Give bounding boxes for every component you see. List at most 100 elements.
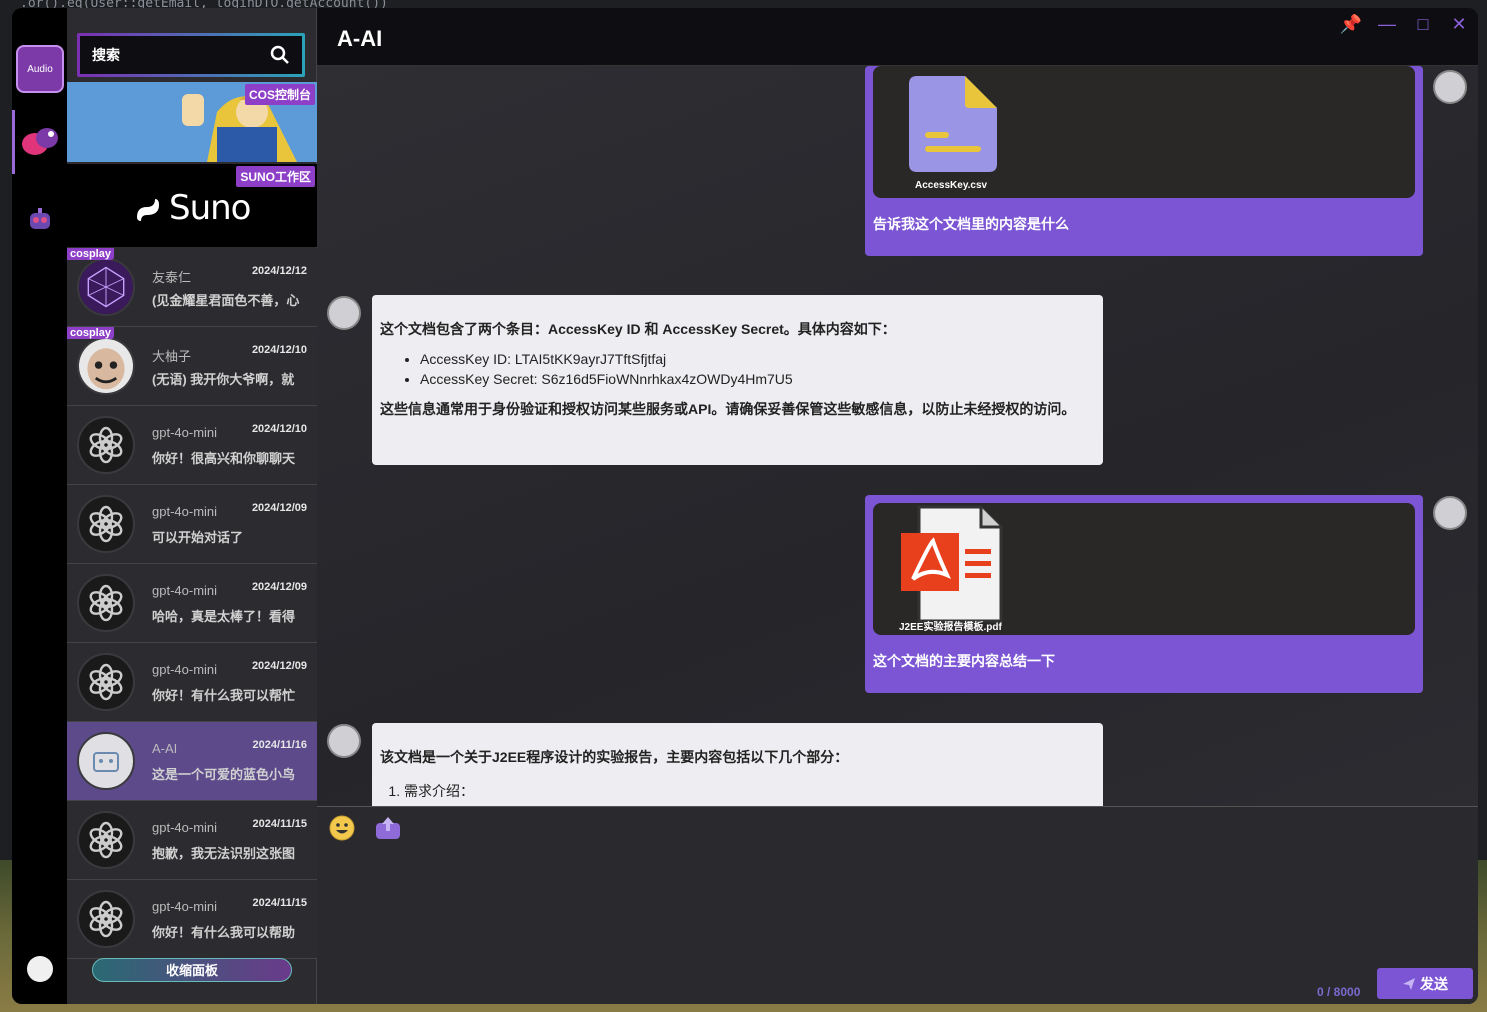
chat-avatar [77,337,135,395]
chat-preview: 你好！很高兴和你聊聊天 [152,451,296,466]
chat-nav-button[interactable] [16,118,64,166]
emoji-icon[interactable] [329,815,355,841]
ai-list-item: 需求介绍： [404,781,1095,801]
openai-icon [89,663,123,701]
robot-avatar-icon [93,752,119,772]
file-name: J2EE实验报告模板.pdf [899,622,1002,633]
openai-icon [89,426,123,464]
chat-item[interactable]: gpt-4o-mini 2024/11/15 抱歉，我无法识别这张图 [67,801,317,880]
cos-console-banner[interactable]: COS控制台 [67,82,317,162]
ai-avatar-icon [327,724,361,758]
chat-preview: (见金耀星君面色不善，心 [152,293,300,308]
user-avatar[interactable] [27,956,53,982]
active-indicator [12,110,15,174]
chat-item[interactable]: gpt-4o-mini 2024/12/09 你好！有什么我可以帮忙 [67,643,317,722]
ai-message-list: AccessKey ID: LTAI5tKK9ayrJ7TftSfjtfaj A… [420,349,1095,389]
chat-preview: 你好！有什么我可以帮忙 [152,688,296,703]
pdf-icon [901,505,1003,623]
user-message-text: 这个文档的主要内容总结一下 [873,653,1055,669]
chat-avatar [77,811,135,869]
chat-item[interactable]: gpt-4o-mini 2024/11/15 你好！有什么我可以帮助 [67,880,317,959]
robot-icon [30,208,50,229]
search-box [77,33,305,77]
chat-avatar [77,416,135,474]
chat-date: 2024/12/09 [251,581,307,593]
chat-date: 2024/11/15 [252,897,307,909]
collapse-panel-button[interactable]: 收缩面板 [92,958,292,982]
ai-message-list: 需求介绍： [404,781,1095,801]
chat-date: 2024/12/10 [251,344,307,356]
chat-item[interactable]: cosplay 友泰仁 2024/12/12 (见金耀星君面色不善，心 [67,248,317,327]
chat-date: 2024/12/12 [251,265,307,277]
chat-bubbles-icon [22,128,58,155]
chat-date: 2024/12/09 [251,502,307,514]
chat-item-active[interactable]: A-AI 2024/11/16 这是一个可爱的蓝色小鸟 [67,722,317,801]
chat-name: 友泰仁 [152,270,192,285]
pin-icon[interactable]: 📌 [1333,12,1369,36]
send-button[interactable]: 发送 [1377,968,1473,999]
send-label: 发送 [1420,975,1448,992]
chat-tag: cosplay [67,327,114,339]
search-input[interactable] [92,47,242,63]
openai-icon [89,900,123,938]
suno-mark-icon [137,199,159,221]
send-icon [1403,977,1415,990]
chat-name: gpt-4o-mini [152,504,218,519]
nav-rail: Audio [12,8,67,1004]
upload-icon[interactable] [375,815,401,841]
chat-name: gpt-4o-mini [152,899,218,914]
chat-name: gpt-4o-mini [152,425,218,440]
window-controls: 📌 — □ ✕ [1333,12,1477,36]
chat-avatar [77,653,135,711]
chat-item[interactable]: cosplay 大柚子 2024/12/10 (无语) 我开你大爷啊，就 [67,327,317,406]
suno-banner-tag: SUNO工作区 [236,166,315,187]
file-icon [909,76,997,172]
chat-date: 2024/12/09 [251,660,307,672]
user-message: J2EE实验报告模板.pdf 这个文档的主要内容总结一下 [865,495,1423,693]
chat-name: 大柚子 [152,349,192,364]
app-window: Audio 搜索 COS控制台 Suno SUNO工作区 cosplay 友泰仁… [12,8,1478,1004]
file-attachment[interactable]: AccessKey.csv [873,66,1415,198]
robot-nav-button[interactable] [16,196,64,244]
ai-message-outro: 这些信息通常用于身份验证和授权访问某些服务或API。请确保妥善保管这些敏感信息，… [380,401,1076,417]
chat-name: gpt-4o-mini [152,662,218,677]
ai-message-intro: 该文档是一个关于J2EE程序设计的实验报告，主要内容包括以下几个部分： [380,749,849,765]
face-icon [79,339,133,393]
chat-header: A-AI 📌 — □ ✕ [317,8,1478,66]
ai-list-item: AccessKey Secret: S6z16d5FioWNnrhkax4zOW… [420,369,1095,389]
search-icon[interactable] [270,45,290,65]
chat-name: gpt-4o-mini [152,820,218,835]
file-name: AccessKey.csv [915,180,988,191]
chat-preview: 哈哈，真是太棒了！看得 [152,609,296,624]
suno-logo: Suno [133,188,251,228]
user-message-text: 告诉我这个文档里的内容是什么 [873,216,1069,232]
user-avatar-icon [1433,70,1467,104]
message-input[interactable] [327,851,1467,971]
char-counter: 0 / 8000 [1317,985,1361,999]
chat-item[interactable]: gpt-4o-mini 2024/12/09 哈哈，真是太棒了！看得 [67,564,317,643]
chat-list: cosplay 友泰仁 2024/12/12 (见金耀星君面色不善，心 cosp… [67,248,317,959]
chat-avatar [77,258,135,316]
suno-workspace-banner[interactable]: Suno SUNO工作区 [67,164,317,247]
cos-banner-tag: COS控制台 [244,84,315,105]
chat-date: 2024/11/15 [252,818,307,830]
chat-preview: 可以开始对话了 [152,530,244,545]
ai-list-item: AccessKey ID: LTAI5tKK9ayrJ7TftSfjtfaj [420,349,1095,369]
chat-avatar [77,495,135,553]
chat-item[interactable]: gpt-4o-mini 2024/12/09 可以开始对话了 [67,485,317,564]
minimize-icon[interactable]: — [1369,12,1405,36]
audio-label: Audio [27,63,53,75]
maximize-icon[interactable]: □ [1405,12,1441,36]
chat-preview: (无语) 我开你大爷啊，就 [152,372,295,387]
chat-preview: 抱歉，我无法识别这张图 [152,846,296,861]
close-icon[interactable]: ✕ [1441,12,1477,36]
chat-avatar [77,732,135,790]
chat-item[interactable]: gpt-4o-mini 2024/12/10 你好！很高兴和你聊聊天 [67,406,317,485]
chat-date: 2024/11/16 [252,739,307,751]
message-list: AccessKey.csv 告诉我这个文档里的内容是什么 这个文档包含了两个条目… [317,66,1478,806]
chat-tag: cosplay [67,248,114,260]
crystal-icon [79,260,133,314]
file-attachment[interactable]: J2EE实验报告模板.pdf [873,503,1415,635]
audio-button[interactable]: Audio [16,45,64,93]
chat-date: 2024/12/10 [251,423,307,435]
